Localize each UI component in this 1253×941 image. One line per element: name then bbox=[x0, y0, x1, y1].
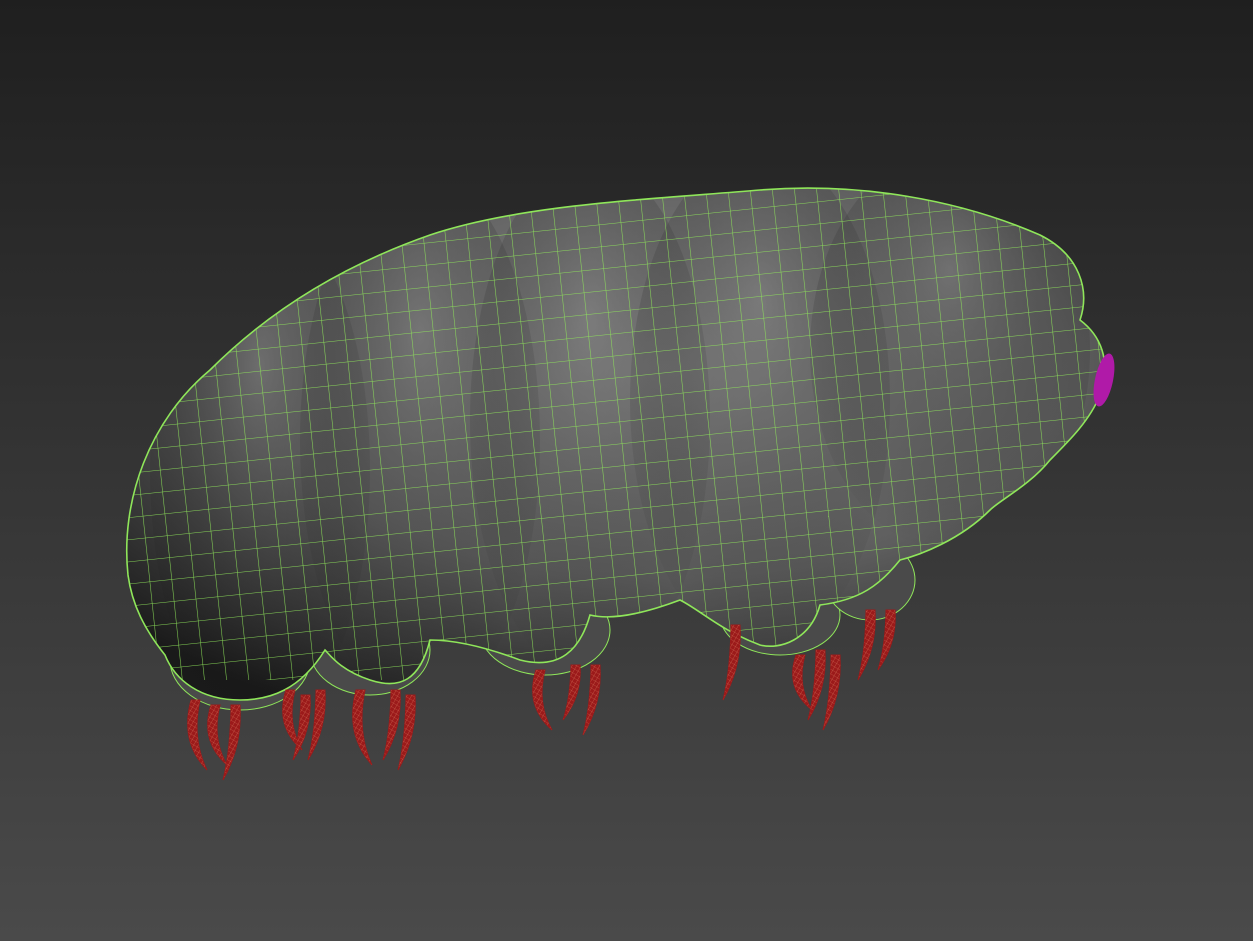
3d-viewport[interactable] bbox=[0, 0, 1253, 941]
viewport-scene[interactable] bbox=[0, 0, 1253, 941]
